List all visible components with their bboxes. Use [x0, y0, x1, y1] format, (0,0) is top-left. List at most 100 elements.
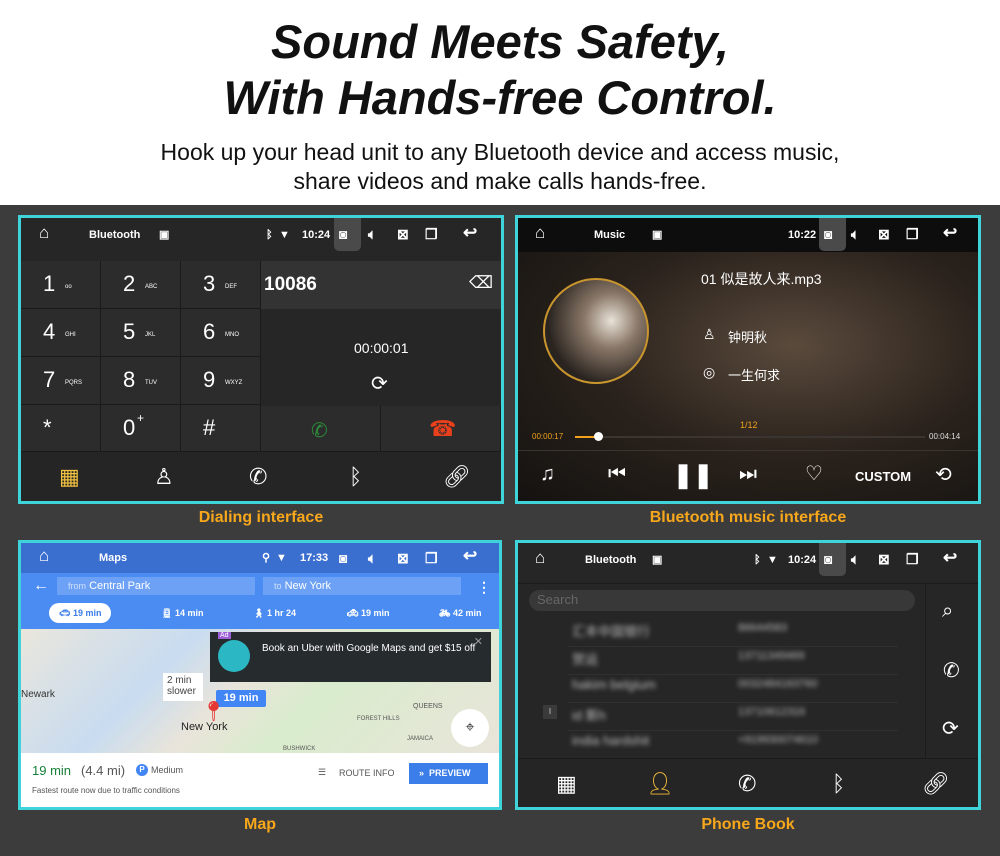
alt-route-label[interactable]: 2 min slower [163, 673, 203, 701]
sync-icon[interactable]: ⟳ [942, 716, 959, 741]
contact-row[interactable]: id 斯h 13710612316 [568, 703, 898, 731]
crosshair-icon: ⌖ [465, 719, 475, 736]
hangup-button[interactable]: ☎ [381, 406, 501, 454]
dial-key[interactable]: 2 ABC [101, 261, 181, 309]
travel-mode-tab[interactable]: 🚗︎ 19 min [49, 603, 112, 623]
close-icon[interactable]: ✕ [474, 635, 483, 648]
contact-row[interactable]: hakim belgium 0032484163760 [568, 675, 898, 703]
back-icon[interactable]: ↩ [463, 547, 477, 564]
image-icon: ▣ [652, 554, 663, 566]
playlist-icon[interactable]: ♫ [540, 463, 555, 486]
link-icon[interactable]: 🔗︎ [922, 771, 950, 797]
home-icon[interactable]: ⌂ [535, 224, 545, 241]
key-letters: GHI [65, 332, 76, 338]
volume-icon[interactable]: 🔈︎ [851, 552, 859, 566]
progress-slider[interactable] [575, 432, 925, 441]
camera-icon[interactable]: ◙ [339, 227, 347, 241]
index-letter[interactable]: I [543, 705, 557, 719]
repeat-icon[interactable]: ⟲ [935, 462, 952, 487]
key-digit: 6 [203, 319, 216, 344]
backspace-icon[interactable]: ⌫ [469, 273, 493, 293]
volume-icon[interactable]: 🔈︎ [851, 227, 859, 241]
dial-key[interactable]: 1 oo [21, 261, 101, 309]
dial-key[interactable]: 5 JKL [101, 309, 181, 357]
travel-mode-tab[interactable]: 🚆︎ 14 min [151, 603, 213, 623]
preview-button[interactable]: » PREVIEW [409, 763, 488, 784]
call-button[interactable]: ✆ [261, 406, 381, 454]
route-info-button[interactable]: ROUTE INFO [339, 768, 395, 778]
more-icon[interactable]: ⋮ [477, 579, 491, 596]
favorite-icon[interactable]: ♡ [805, 461, 823, 486]
dial-key[interactable]: 8 TUV [101, 357, 181, 405]
bluetooth-icon[interactable]: ᛒ [349, 464, 362, 490]
dial-key[interactable]: 3 DEF [181, 261, 261, 309]
dial-key[interactable]: 7 PQRS [21, 357, 101, 405]
volume-icon[interactable]: 🔈︎ [368, 551, 376, 565]
bluetooth-icon[interactable]: ᛒ [832, 771, 845, 797]
map-label: JAMAICA [407, 736, 434, 742]
album-name: 一生何求 [728, 368, 781, 383]
dialpad-icon[interactable]: ▦ [59, 464, 80, 490]
key-digit: 3 [203, 271, 216, 296]
map-label: BUSHWICK [283, 746, 316, 752]
clock: 10:22 [788, 229, 817, 241]
close-app-icon[interactable]: ⊠ [397, 551, 409, 565]
my-location-button[interactable]: ⌖ [451, 709, 489, 747]
recent-apps-icon[interactable]: ❐ [906, 552, 919, 566]
custom-eq-button[interactable]: CUSTOM [855, 469, 911, 484]
recent-apps-icon[interactable]: ❐ [425, 551, 438, 565]
dial-key[interactable]: * [21, 405, 101, 453]
close-app-icon[interactable]: ⊠ [878, 552, 890, 566]
back-icon[interactable]: ↩ [943, 549, 957, 566]
search-input[interactable]: Search [529, 590, 915, 611]
dial-key[interactable]: 9 WXYZ [181, 357, 261, 405]
previous-icon[interactable]: ⏮︎ [608, 463, 626, 486]
phone-icon: ✆ [311, 420, 328, 442]
album-art [543, 278, 649, 384]
next-icon[interactable]: ⏭︎ [739, 463, 757, 486]
contact-row[interactable]: 贺运 13711349469 [568, 647, 898, 675]
travel-mode-tab[interactable]: 🚶︎ 1 hr 24 [243, 603, 306, 623]
camera-icon[interactable]: ◙ [824, 227, 832, 241]
contact-number: +919930074610 [738, 734, 818, 746]
to-field[interactable]: to New York [263, 577, 461, 595]
contact-row[interactable]: 汇丰中国银行 86644583 [568, 619, 898, 647]
key-digit: 0 [123, 415, 136, 440]
phone-icon[interactable]: ✆ [943, 658, 960, 683]
travel-mode-tab[interactable]: 🚲︎ 42 min [429, 603, 491, 623]
key-digit: 5 [123, 319, 136, 344]
from-field[interactable]: from Central Park [57, 577, 255, 595]
camera-icon[interactable]: ◙ [824, 552, 832, 566]
call-log-icon[interactable]: ✆ [738, 771, 756, 797]
dial-key[interactable]: 4 GHI [21, 309, 101, 357]
switch-audio-icon[interactable]: ⟳ [371, 371, 388, 396]
dial-key[interactable]: 6 MNO [181, 309, 261, 357]
hero-title: Sound Meets Safety, With Hands-free Contr… [0, 0, 1000, 126]
back-icon[interactable]: ↩ [943, 224, 957, 241]
pause-icon[interactable]: ❚❚ [673, 461, 713, 490]
recent-apps-icon[interactable]: ❐ [906, 227, 919, 241]
uber-ad[interactable]: Ad Book an Uber with Google Maps and get… [210, 632, 491, 682]
close-app-icon[interactable]: ⊠ [878, 227, 890, 241]
back-icon[interactable]: ↩ [463, 224, 477, 241]
close-app-icon[interactable]: ⊠ [397, 227, 409, 241]
travel-mode-tab[interactable]: 🚕︎ 19 min [337, 603, 399, 623]
recent-apps-icon[interactable]: ❐ [425, 227, 438, 241]
link-icon[interactable]: 🔗︎ [443, 464, 471, 490]
contact-row[interactable]: india hardshit +919930074610 [568, 731, 898, 759]
volume-icon[interactable]: 🔈︎ [368, 227, 376, 241]
image-icon: ▣ [159, 229, 170, 241]
contacts-icon[interactable]: 👤︎ [646, 771, 674, 797]
home-icon[interactable]: ⌂ [39, 224, 49, 241]
dial-key[interactable]: 0 + [101, 405, 181, 453]
call-log-icon[interactable]: ✆ [249, 464, 267, 490]
dial-key[interactable]: # [181, 405, 261, 453]
back-arrow-icon[interactable]: ← [33, 577, 49, 595]
map-label: Newark [21, 689, 55, 700]
camera-icon[interactable]: ◙ [339, 551, 347, 565]
home-icon[interactable]: ⌂ [39, 547, 49, 564]
dialpad-icon[interactable]: ▦ [556, 771, 577, 797]
contacts-icon[interactable]: ♙ [154, 464, 174, 490]
search-icon[interactable]: ⌕ [942, 600, 953, 623]
home-icon[interactable]: ⌂ [535, 549, 545, 566]
